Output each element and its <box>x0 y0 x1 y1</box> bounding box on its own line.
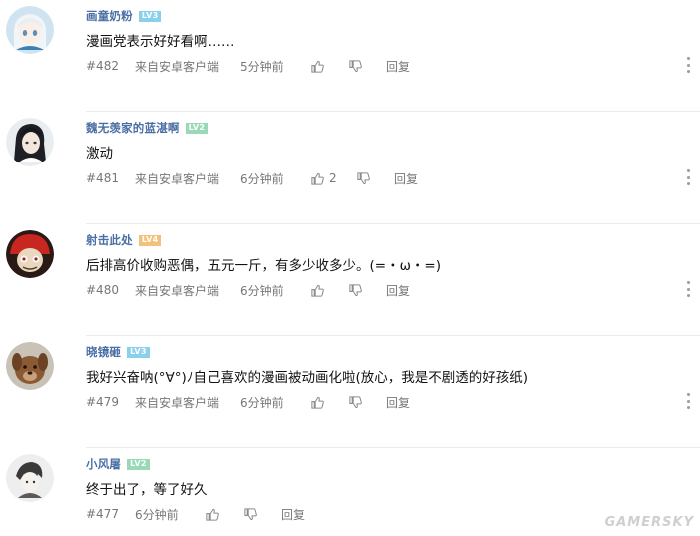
comment-text: 终于出了，等了好久 <box>86 482 208 498</box>
thumbs-down-icon <box>349 59 362 72</box>
avatar[interactable] <box>6 454 54 502</box>
avatar-image-icon <box>6 118 54 166</box>
comment-meta: #481 来自安卓客户端 6分钟前 2 回复 <box>86 170 418 186</box>
thumbs-up-icon <box>311 396 324 409</box>
watermark: GAMERSKY <box>604 515 694 530</box>
dislike-button[interactable] <box>356 171 394 186</box>
like-count: 2 <box>329 171 337 185</box>
comment-source: 来自安卓客户端 <box>135 59 220 74</box>
username-row: 魏无羡家的蓝湛啊 LV2 <box>86 120 209 136</box>
reply-button[interactable]: 回复 <box>281 506 305 523</box>
like-button[interactable] <box>310 395 348 410</box>
level-badge: LV3 <box>127 346 150 358</box>
floor-number: #477 <box>86 507 119 521</box>
avatar[interactable] <box>6 342 54 390</box>
thumbs-down-icon <box>244 507 257 520</box>
level-badge: LV2 <box>127 458 150 470</box>
username[interactable]: 晓镜砸 <box>86 344 121 360</box>
avatar[interactable] <box>6 230 54 278</box>
like-button[interactable] <box>205 507 243 522</box>
comment-meta: #482 来自安卓客户端 5分钟前 回复 <box>86 58 410 74</box>
comment-time: 6分钟前 <box>240 171 284 186</box>
comment-meta: #479 来自安卓客户端 6分钟前 回复 <box>86 394 410 410</box>
comment-item: 晓镜砸 LV3 我好兴奋呐(°∀°)ﾉ自己喜欢的漫画被动画化啦(放心，我是不剧透… <box>0 336 700 448</box>
like-button[interactable] <box>310 59 348 74</box>
thumbs-up-icon <box>311 284 324 297</box>
comment-source: 来自安卓客户端 <box>135 283 220 298</box>
username-row: 小风屠 LV2 <box>86 456 150 472</box>
comment-text: 漫画党表示好好看啊…… <box>86 34 235 50</box>
dislike-button[interactable] <box>243 507 281 522</box>
comment-source: 来自安卓客户端 <box>135 395 220 410</box>
comment-meta: #477 6分钟前 回复 <box>86 506 305 522</box>
dislike-button[interactable] <box>348 59 386 74</box>
avatar-image-icon <box>6 454 54 502</box>
comment-source: 来自安卓客户端 <box>135 171 220 186</box>
avatar-image-icon <box>6 230 54 278</box>
comment-item: 画童奶粉 LV3 漫画党表示好好看啊…… #482 来自安卓客户端 5分钟前 回… <box>0 0 700 112</box>
comment-meta: #480 来自安卓客户端 6分钟前 回复 <box>86 282 410 298</box>
comment-item: 射击此处 LV4 后排高价收购恶偶，五元一斤，有多少收多少。(=・ω・=) #4… <box>0 224 700 336</box>
dislike-button[interactable] <box>348 283 386 298</box>
username[interactable]: 射击此处 <box>86 232 133 248</box>
dislike-button[interactable] <box>348 395 386 410</box>
level-badge: LV3 <box>138 10 162 22</box>
comment-time: 6分钟前 <box>135 507 179 522</box>
floor-number: #481 <box>86 171 119 185</box>
comment-time: 6分钟前 <box>240 395 284 410</box>
floor-number: #480 <box>86 283 119 297</box>
thumbs-up-icon <box>311 60 324 73</box>
username-row: 画童奶粉 LV3 <box>86 8 162 24</box>
thumbs-down-icon <box>357 171 370 184</box>
comment-text: 后排高价收购恶偶，五元一斤，有多少收多少。(=・ω・=) <box>86 258 441 274</box>
level-badge: LV4 <box>138 234 162 246</box>
reply-button[interactable]: 回复 <box>386 394 410 411</box>
floor-number: #479 <box>86 395 119 409</box>
more-vertical-icon[interactable] <box>686 169 690 185</box>
comment-item: 小风屠 LV2 终于出了，等了好久 #477 6分钟前 回复 <box>0 448 700 536</box>
avatar[interactable] <box>6 118 54 166</box>
username-row: 射击此处 LV4 <box>86 232 162 248</box>
comment-text: 激动 <box>86 146 113 162</box>
avatar[interactable] <box>6 6 54 54</box>
comment-item: 魏无羡家的蓝湛啊 LV2 激动 #481 来自安卓客户端 6分钟前 2 回复 <box>0 112 700 224</box>
like-button[interactable] <box>310 283 348 298</box>
avatar-image-icon <box>6 6 54 54</box>
reply-button[interactable]: 回复 <box>386 282 410 299</box>
thumbs-up-icon <box>206 508 219 521</box>
username-row: 晓镜砸 LV3 <box>86 344 150 360</box>
floor-number: #482 <box>86 59 119 73</box>
more-vertical-icon[interactable] <box>686 57 690 73</box>
level-badge: LV2 <box>185 122 209 134</box>
thumbs-down-icon <box>349 283 362 296</box>
comment-text: 我好兴奋呐(°∀°)ﾉ自己喜欢的漫画被动画化啦(放心，我是不剧透的好孩纸) <box>86 370 529 386</box>
comment-time: 5分钟前 <box>240 59 284 74</box>
reply-button[interactable]: 回复 <box>394 170 418 187</box>
username[interactable]: 画童奶粉 <box>86 8 133 24</box>
username[interactable]: 小风屠 <box>86 456 121 472</box>
more-vertical-icon[interactable] <box>686 393 690 409</box>
thumbs-up-icon <box>311 172 324 185</box>
thumbs-down-icon <box>349 395 362 408</box>
like-button[interactable]: 2 <box>310 171 356 186</box>
more-vertical-icon[interactable] <box>686 281 690 297</box>
username[interactable]: 魏无羡家的蓝湛啊 <box>86 120 180 136</box>
avatar-image-icon <box>6 342 54 390</box>
reply-button[interactable]: 回复 <box>386 58 410 75</box>
comment-time: 6分钟前 <box>240 283 284 298</box>
